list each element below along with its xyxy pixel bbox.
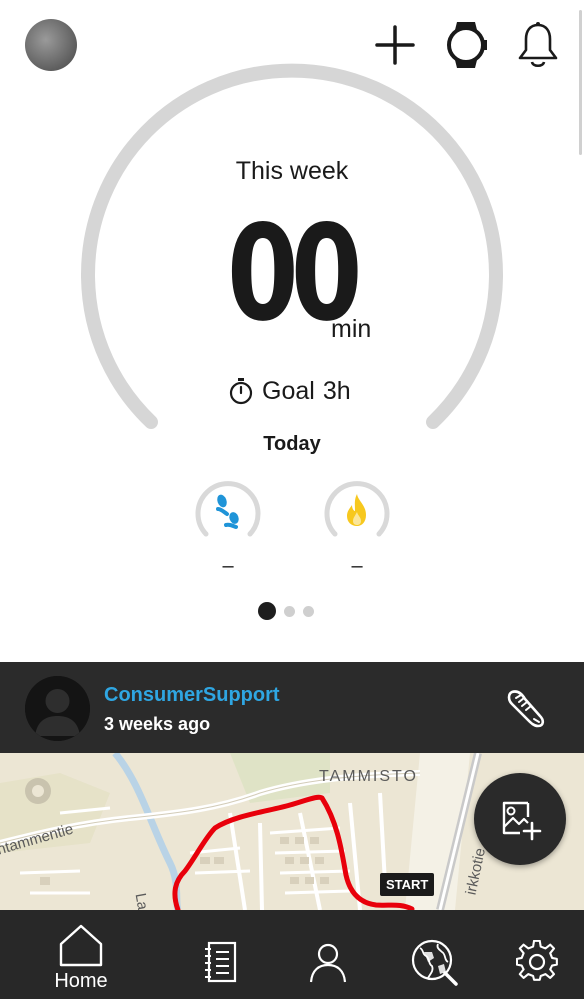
home-icon [59,924,103,967]
nav-settings[interactable] [514,910,562,999]
nav-home-label: Home [54,970,108,992]
duration-unit: min [331,315,372,343]
weekly-summary-card[interactable]: This week 00 min Goal 3h Today – – [0,60,584,660]
nav-diary[interactable] [196,910,244,999]
globe-search-icon [411,939,458,986]
page-dot-3[interactable] [303,605,314,617]
page-dot-2[interactable] [284,605,295,617]
map-street-label-bottom: La [131,891,152,910]
calories-value: – [351,555,363,577]
nav-profile[interactable] [304,910,352,999]
activity-feed-header[interactable]: ConsumerSupport 3 weeks ago [0,662,584,753]
stopwatch-icon [229,378,253,405]
user-avatar[interactable] [25,676,90,741]
today-label: Today [263,433,321,455]
page-indicator[interactable] [258,602,314,620]
add-photo-button[interactable] [474,773,566,865]
footsteps-icon [216,494,239,529]
page-dot-1[interactable] [258,602,276,620]
route-start-marker: START [380,873,435,896]
goal-value: 3h [322,376,351,405]
add-photo-icon [502,801,542,841]
person-icon [309,943,347,983]
feed-time-ago: 3 weeks ago [104,714,211,734]
nav-explore[interactable] [406,910,462,999]
goal-label: Goal [262,376,315,405]
diary-icon [205,941,237,983]
steps-gauge[interactable] [192,476,264,548]
nav-home[interactable]: Home [45,910,117,999]
running-shoe-icon [504,686,548,735]
gear-icon [516,940,558,981]
weekly-progress-arc [81,63,503,429]
map-place-label: TAMMISTO [319,768,418,785]
feed-user-name[interactable]: ConsumerSupport [104,684,280,707]
person-silhouette-icon [25,676,90,741]
calories-gauge[interactable] [321,476,393,548]
period-label: This week [235,157,349,185]
goal-row[interactable]: Goal 3h [228,375,351,407]
bottom-navigation: Home [0,910,584,999]
steps-value: – [222,555,234,577]
